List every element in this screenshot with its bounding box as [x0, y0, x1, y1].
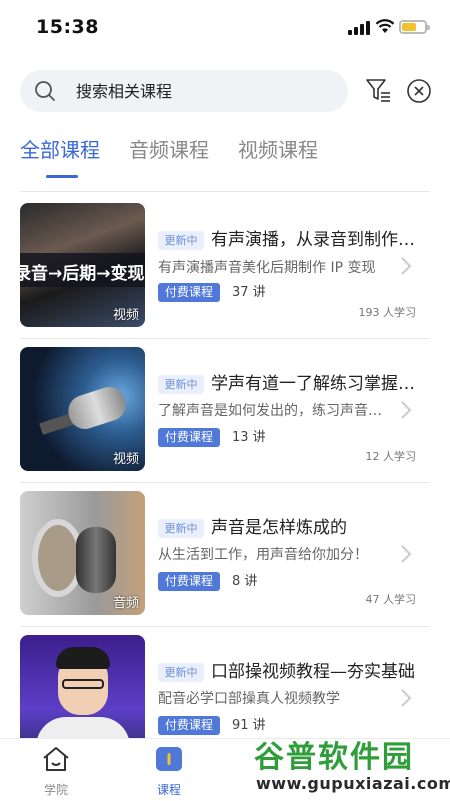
course-item[interactable]: 更新中 口部操视频教程—夯实基础 配音必学口部操真人视频教学 付费课程 91 讲: [20, 635, 430, 738]
cellular-signal-icon: [348, 21, 370, 35]
tab-label: 学院: [43, 783, 68, 797]
status-badge: 更新中: [158, 231, 204, 250]
chevron-right-icon: [401, 689, 412, 707]
paid-badge: 付费课程: [158, 572, 220, 591]
status-badge: 更新中: [158, 519, 204, 538]
course-thumbnail: 音频: [20, 491, 145, 615]
status-time: 15:38: [36, 16, 99, 38]
learner-count: 47 人学习: [365, 593, 417, 606]
search-input[interactable]: [76, 70, 336, 112]
tab-label: 课程: [156, 783, 181, 797]
course-title: 有声演播，从录音到制作…: [211, 230, 415, 250]
course-thumbnail: [20, 635, 145, 738]
course-item[interactable]: 录音→后期→变现 视频 更新中 有声演播，从录音到制作… 有声演播声音美化后期制…: [20, 203, 430, 333]
wifi-icon: [375, 19, 395, 33]
divider: [20, 338, 430, 339]
divider: [20, 482, 430, 483]
watermark-text: 谷普软件园: [254, 740, 414, 775]
chevron-right-icon: [401, 257, 412, 275]
lesson-count: 13 讲: [232, 430, 266, 445]
search-bar[interactable]: [20, 70, 348, 112]
course-title: 口部操视频教程—夯实基础: [211, 662, 415, 682]
course-thumbnail: 录音→后期→变现 视频: [20, 203, 145, 327]
status-bar: 15:38: [0, 0, 450, 54]
watermark: 谷普软件园 www.gupuxiazai.com: [246, 730, 450, 801]
learner-count: 193 人学习: [358, 306, 417, 319]
course-title: 学声有道一了解练习掌握…: [211, 374, 415, 394]
thumbnail-caption: 录音→后期→变现: [20, 264, 145, 284]
course-description: 从生活到工作，用声音给你加分！: [158, 547, 368, 563]
tab-courses[interactable]: 课程: [129, 739, 209, 801]
media-type-label: 视频: [112, 452, 139, 467]
close-icon[interactable]: [406, 78, 432, 104]
media-type-label: 音频: [112, 596, 139, 611]
active-tab-indicator: [46, 175, 78, 178]
course-tabs: 全部课程 音频课程 视频课程: [20, 134, 430, 184]
learner-count: 12 人学习: [365, 450, 417, 463]
course-icon: [156, 747, 182, 771]
tab-video-courses[interactable]: 视频课程: [238, 134, 318, 163]
course-item[interactable]: 视频 更新中 学声有道一了解练习掌握… 了解声音是如何发出的，练习声音… 付费课…: [20, 347, 430, 477]
paid-badge: 付费课程: [158, 283, 220, 302]
home-icon: [43, 747, 69, 771]
lesson-count: 37 讲: [232, 285, 266, 300]
course-description: 配音必学口部操真人视频教学: [158, 691, 340, 707]
search-icon: [35, 81, 55, 101]
course-title: 声音是怎样炼成的: [211, 518, 347, 538]
paid-badge: 付费课程: [158, 428, 220, 447]
course-description: 有声演播声音美化后期制作 IP 变现: [158, 260, 376, 276]
tab-academy[interactable]: 学院: [16, 739, 96, 801]
tab-all-courses[interactable]: 全部课程: [20, 134, 100, 163]
battery-icon: [399, 20, 430, 34]
chevron-right-icon: [401, 401, 412, 419]
chevron-right-icon: [401, 545, 412, 563]
divider: [20, 191, 430, 192]
status-badge: 更新中: [158, 375, 204, 394]
paid-badge: 付费课程: [158, 716, 220, 735]
course-thumbnail: 视频: [20, 347, 145, 471]
course-item[interactable]: 音频 更新中 声音是怎样炼成的 从生活到工作，用声音给你加分！ 付费课程 8 讲…: [20, 491, 430, 621]
course-description: 了解声音是如何发出的，练习声音…: [158, 403, 382, 419]
media-type-label: 视频: [112, 308, 139, 323]
status-badge: 更新中: [158, 663, 204, 682]
lesson-count: 8 讲: [232, 574, 258, 589]
tab-audio-courses[interactable]: 音频课程: [129, 134, 209, 163]
filter-icon[interactable]: [365, 77, 391, 105]
watermark-url: www.gupuxiazai.com: [256, 774, 450, 793]
divider: [20, 626, 430, 627]
